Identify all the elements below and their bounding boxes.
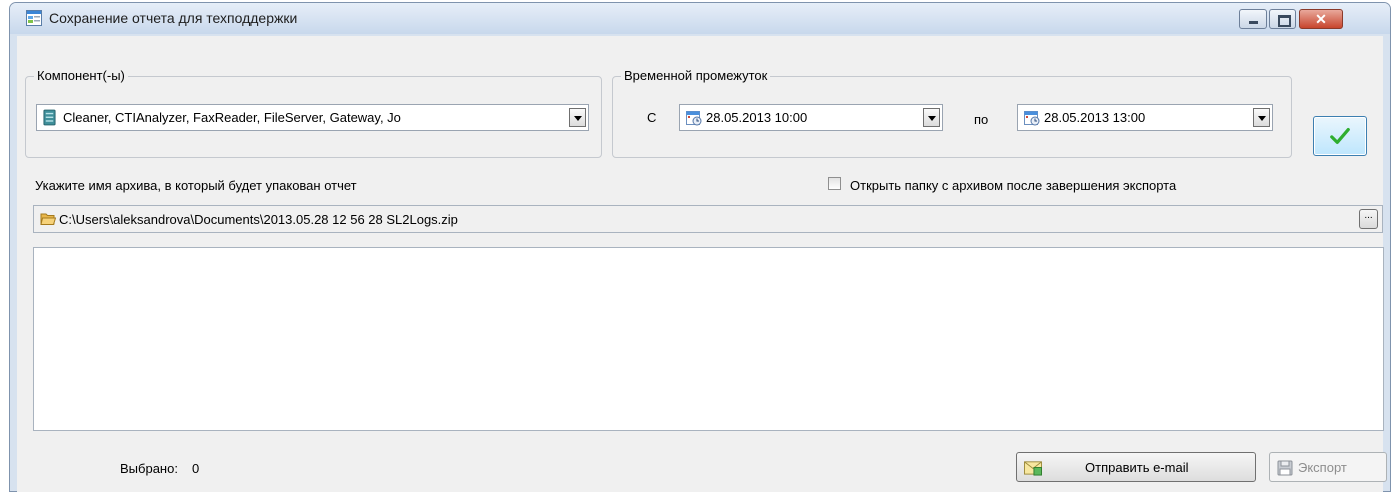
calendar-icon (1024, 111, 1040, 126)
send-email-label: Отправить e-mail (1085, 460, 1189, 475)
date-to-picker[interactable]: 28.05.2013 13:00 (1017, 104, 1273, 131)
window-title: Сохранение отчета для техподдержки (49, 10, 298, 26)
maximize-icon (1278, 15, 1291, 27)
selected-count: 0 (192, 461, 200, 476)
date-from-picker[interactable]: 28.05.2013 10:00 (679, 104, 943, 131)
dialog-body: Компонент(-ы) Cleaner, CTIAnalyzer, FaxR… (17, 36, 1387, 492)
close-button[interactable]: ✕ (1299, 9, 1343, 29)
title-bar[interactable]: Сохранение отчета для техподдержки ✕ (10, 3, 1390, 34)
archive-path-value: C:\Users\aleksandrova\Documents\2013.05.… (59, 212, 458, 227)
minimize-icon (1249, 21, 1258, 24)
chevron-down-icon (928, 116, 936, 121)
log-output-area[interactable] (33, 247, 1384, 431)
server-icon (43, 109, 56, 126)
chevron-down-icon (1258, 116, 1266, 121)
dialog-window: Сохранение отчета для техподдержки ✕ Ком… (9, 2, 1391, 492)
components-legend: Компонент(-ы) (34, 68, 128, 83)
to-label: по (974, 112, 989, 127)
chevron-down-icon (574, 116, 582, 121)
send-email-button[interactable]: Отправить e-mail (1016, 452, 1256, 482)
minimize-button[interactable] (1239, 9, 1267, 29)
maximize-button[interactable] (1269, 9, 1296, 29)
components-value: Cleaner, CTIAnalyzer, FaxReader, FileSer… (63, 110, 401, 125)
folder-open-icon (40, 213, 56, 225)
archive-name-label: Укажите имя архива, в который будет упак… (35, 178, 357, 193)
export-label: Экспорт (1298, 460, 1347, 475)
selected-label: Выбрано: (120, 461, 178, 476)
email-icon (1024, 461, 1042, 476)
time-range-group: Временной промежуток С 28.05.2013 10:00 … (612, 68, 1292, 158)
from-label: С (647, 110, 657, 125)
components-dropdown-button[interactable] (569, 108, 586, 127)
checkmark-icon (1330, 127, 1350, 145)
close-icon: ✕ (1315, 11, 1327, 27)
apply-button[interactable] (1313, 116, 1367, 156)
time-range-legend: Временной промежуток (621, 68, 771, 83)
browse-button[interactable]: ... (1359, 209, 1378, 229)
archive-path-field[interactable]: C:\Users\aleksandrova\Documents\2013.05.… (33, 205, 1383, 233)
export-button[interactable]: Экспорт (1269, 452, 1387, 482)
date-to-value: 28.05.2013 13:00 (1044, 110, 1146, 125)
form-window-icon (26, 10, 42, 26)
open-folder-label[interactable]: Открыть папку с архивом после завершения… (850, 178, 1176, 193)
components-combobox[interactable]: Cleaner, CTIAnalyzer, FaxReader, FileSer… (36, 104, 589, 131)
open-folder-checkbox[interactable] (828, 177, 841, 190)
date-from-dropdown-button[interactable] (923, 108, 940, 127)
calendar-icon (686, 111, 702, 126)
date-to-dropdown-button[interactable] (1253, 108, 1270, 127)
components-group: Компонент(-ы) Cleaner, CTIAnalyzer, FaxR… (25, 68, 602, 158)
save-disk-icon (1277, 460, 1293, 476)
date-from-value: 28.05.2013 10:00 (706, 110, 808, 125)
